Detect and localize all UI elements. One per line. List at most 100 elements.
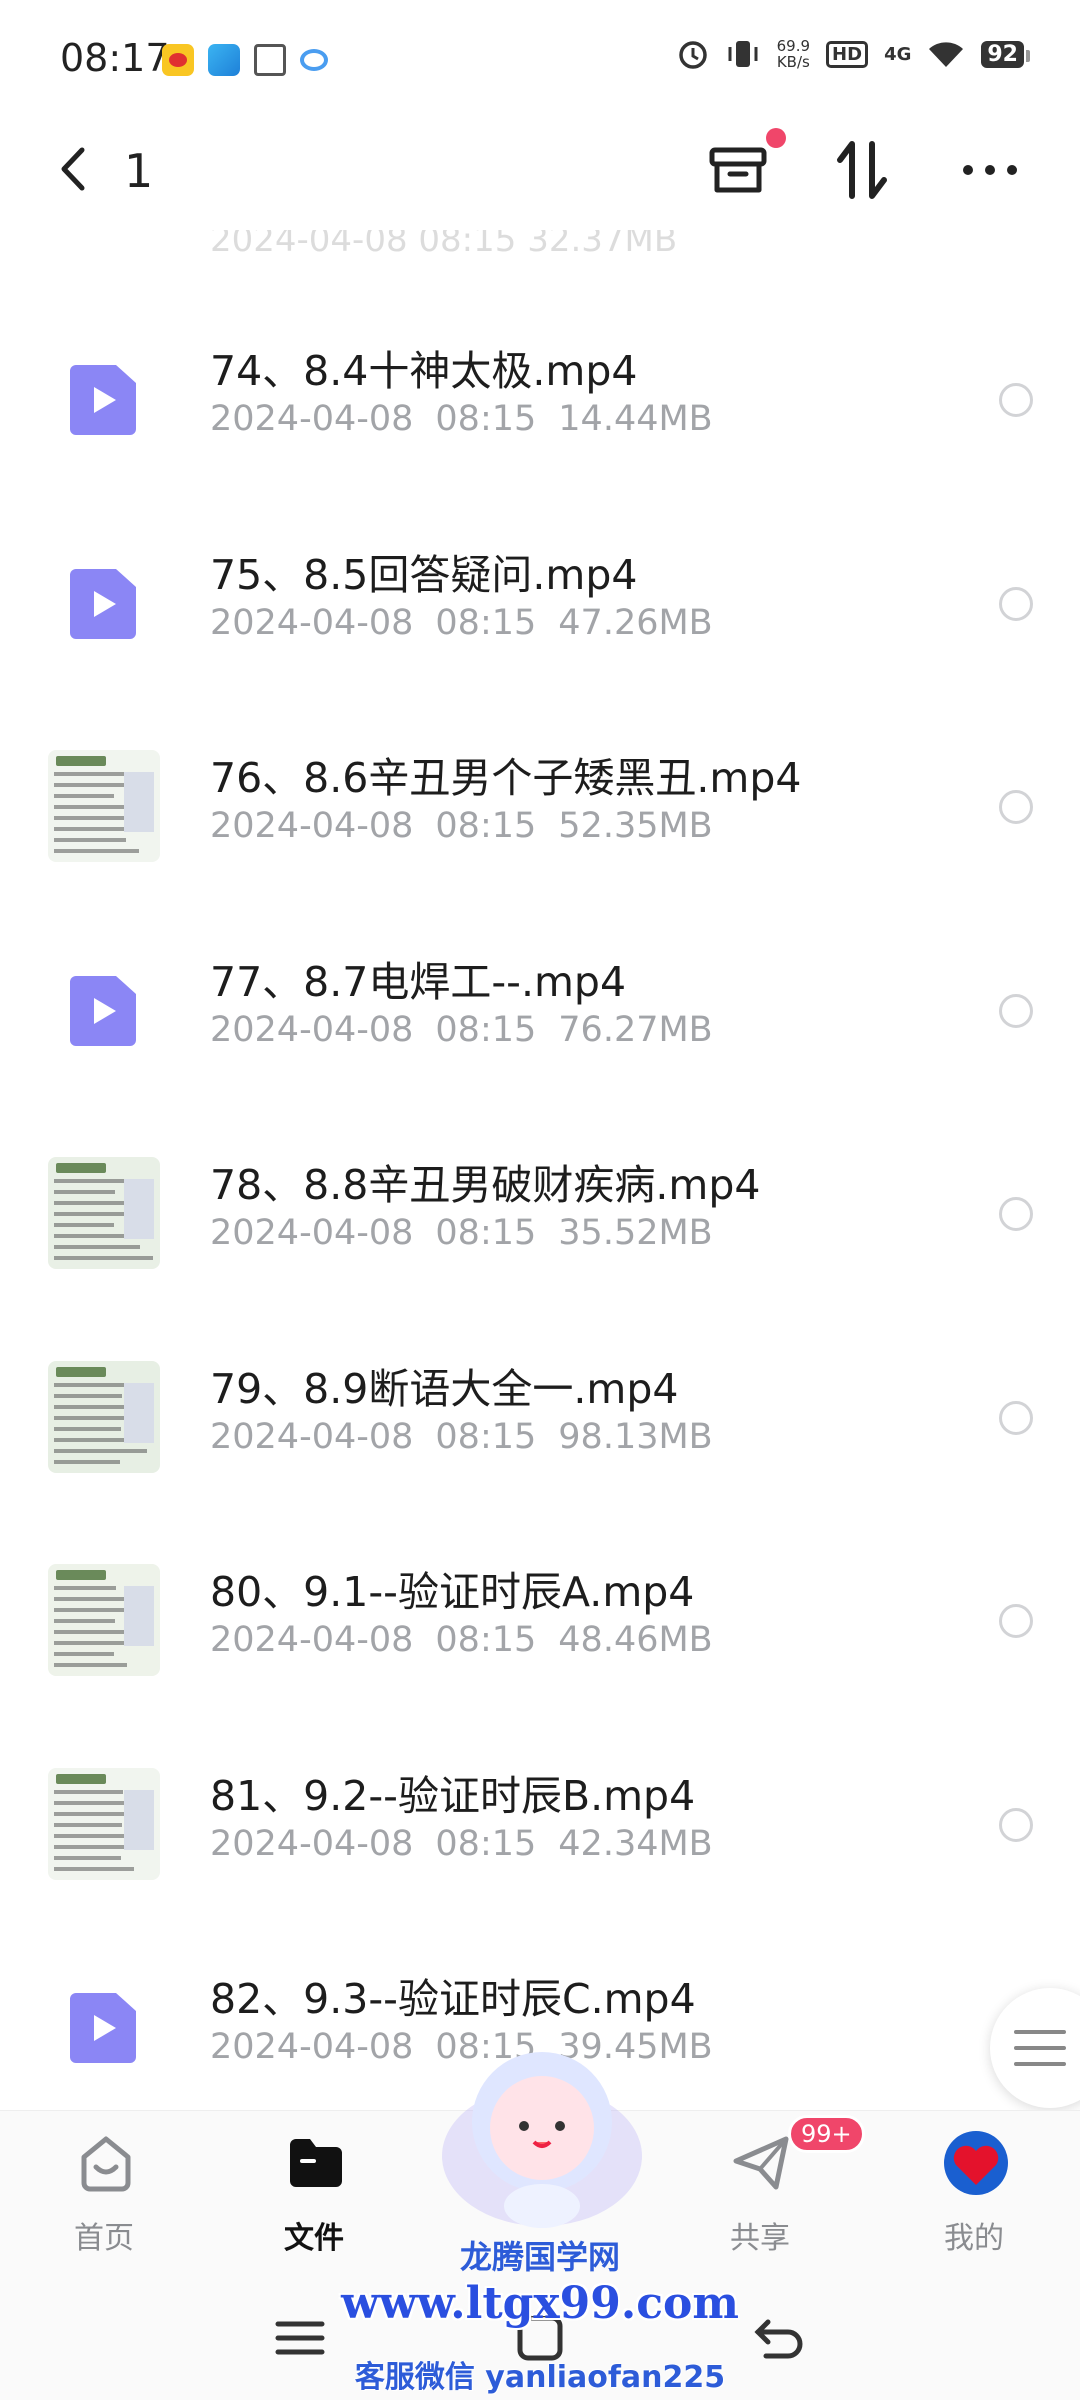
file-size: 35.52MB <box>558 1213 713 1253</box>
file-name: 74、8.4十神太极.mp4 <box>210 347 638 395</box>
vibrate-icon <box>728 41 758 67</box>
weibo-icon <box>162 44 194 76</box>
file-date: 2024-04-08 <box>210 2027 414 2067</box>
file-row[interactable]: 78、8.8辛丑男破财疾病.mp4 2024-04-08 08:15 35.52MB <box>0 1107 1080 1310</box>
file-meta: 2024-04-08 08:15 35.52MB <box>210 1213 713 1253</box>
file-list[interactable]: 2024-04-08 08:15 32.37MB 74、8.4十神太极.mp4 2… <box>0 230 1080 2110</box>
file-row[interactable]: 75、8.5回答疑问.mp4 2024-04-08 08:15 47.26MB <box>0 497 1080 700</box>
file-name: 78、8.8辛丑男破财疾病.mp4 <box>210 1161 761 1209</box>
watermark-title: 龙腾国学网 <box>459 2238 620 2276</box>
page-title: 1 <box>124 144 154 198</box>
select-checkbox[interactable] <box>999 586 1033 621</box>
file-time: 08:15 <box>435 1823 537 1864</box>
video-thumbnail <box>48 1767 160 1880</box>
video-thumbnail <box>48 1157 160 1269</box>
watermark-url: www.ltgx99.com <box>341 2278 739 2329</box>
file-row[interactable]: 79、8.9断语大全一.mp4 2024-04-08 08:15 98.13MB <box>0 1311 1080 1514</box>
file-meta: 2024-04-08 08:15 14.44MB <box>210 399 713 439</box>
select-checkbox[interactable] <box>999 1604 1033 1638</box>
file-name: 82、9.3--验证时辰C.mp4 <box>210 1975 696 2023</box>
file-date: 2024-04-08 <box>210 1213 414 1253</box>
alarm-icon <box>678 41 707 69</box>
status-right: 69.9 KB/s HD 4G 92 <box>677 37 1030 71</box>
sort-icon[interactable] <box>830 138 894 202</box>
video-file-icon <box>70 365 136 435</box>
video-thumbnail <box>48 1564 160 1676</box>
file-date: 2024-04-08 <box>210 1416 414 1457</box>
share-badge: 99+ <box>788 2115 865 2153</box>
heart-icon <box>953 2145 999 2185</box>
watermark-contact: 客服微信 yanliaofan225 <box>354 2360 726 2395</box>
file-size: 14.44MB <box>558 399 713 439</box>
file-time: 08:15 <box>435 602 537 643</box>
file-time: 08:15 <box>435 399 537 439</box>
header: 1 <box>0 110 1080 230</box>
file-size: 42.34MB <box>558 1823 713 1864</box>
more-icon[interactable] <box>958 138 1022 202</box>
net-speed: 69.9 KB/s <box>776 37 811 71</box>
file-row[interactable]: 77、8.7电焊工--.mp4 2024-04-08 08:15 76.27MB <box>0 904 1080 1107</box>
file-meta: 2024-04-08 08:15 42.34MB <box>210 1824 713 1864</box>
file-meta: 2024-04-08 08:15 52.35MB <box>210 806 713 846</box>
avatar <box>944 2131 1008 2195</box>
file-meta: 2024-04-08 08:15 47.26MB <box>210 603 713 643</box>
share-icon <box>733 2136 789 2190</box>
select-checkbox[interactable] <box>999 1400 1033 1435</box>
battery: 92 <box>981 40 1030 68</box>
select-checkbox[interactable] <box>999 790 1033 824</box>
file-size: 48.46MB <box>558 1620 713 1660</box>
file-date: 2024-04-08 <box>210 1009 414 1050</box>
status-bar: 08:17 69.9 KB/s HD 4G 92 <box>0 0 1080 110</box>
select-checkbox[interactable] <box>999 993 1033 1028</box>
video-thumbnail <box>48 1360 160 1473</box>
cloud-app-icon <box>300 49 328 71</box>
file-time: 08:15 <box>435 1009 537 1050</box>
mascot-icon[interactable] <box>432 2036 652 2236</box>
file-date: 2024-04-08 <box>210 399 414 439</box>
video-file-icon <box>70 1993 136 2063</box>
select-checkbox[interactable] <box>999 1807 1033 1842</box>
file-size: 52.35MB <box>558 806 713 846</box>
file-row[interactable]: 74、8.4十神太极.mp4 2024-04-08 08:15 14.44MB <box>0 293 1080 496</box>
menu-lines-icon <box>1014 2030 1066 2066</box>
select-checkbox[interactable] <box>999 1197 1033 1231</box>
video-thumbnail <box>48 750 160 862</box>
file-time: 08:15 <box>435 1416 537 1457</box>
notification-dot <box>766 128 786 148</box>
file-row[interactable]: 80、9.1--验证时辰A.mp4 2024-04-08 08:15 48.46MB <box>0 1514 1080 1717</box>
file-name: 81、9.2--验证时辰B.mp4 <box>210 1771 696 1820</box>
network-badge: 4G <box>884 43 912 65</box>
archive-icon <box>709 147 767 193</box>
status-time: 08:17 <box>60 36 170 80</box>
archive-button[interactable] <box>706 128 786 202</box>
file-name: 77、8.7电焊工--.mp4 <box>210 957 627 1006</box>
file-name: 75、8.5回答疑问.mp4 <box>210 550 638 599</box>
file-meta: 2024-04-08 08:15 98.13MB <box>210 1417 713 1457</box>
file-size: 98.13MB <box>558 1416 713 1457</box>
partial-row-meta: 2024-04-08 08:15 32.37MB <box>210 230 678 260</box>
status-app-icons <box>162 44 328 76</box>
file-row[interactable]: 81、9.2--验证时辰B.mp4 2024-04-08 08:15 42.34MB <box>0 1718 1080 1921</box>
wifi-icon <box>929 42 964 67</box>
file-size: 76.27MB <box>558 1009 713 1050</box>
file-date: 2024-04-08 <box>210 602 414 643</box>
file-date: 2024-04-08 <box>210 806 414 846</box>
file-time: 08:15 <box>435 806 537 846</box>
video-file-icon <box>70 568 136 639</box>
file-meta: 2024-04-08 08:15 48.46MB <box>210 1620 713 1660</box>
file-name: 76、8.6辛丑男个子矮黑丑.mp4 <box>210 754 802 802</box>
back-icon[interactable] <box>52 144 96 194</box>
file-meta: 2024-04-08 08:15 76.27MB <box>210 1010 713 1050</box>
file-time: 08:15 <box>435 1620 537 1660</box>
folder-icon <box>290 2139 342 2187</box>
hd-badge: HD <box>826 40 869 68</box>
file-name: 80、9.1--验证时辰A.mp4 <box>210 1568 695 1616</box>
file-date: 2024-04-08 <box>210 1823 414 1864</box>
file-size: 47.26MB <box>558 602 713 643</box>
file-time: 08:15 <box>435 1213 537 1253</box>
file-date: 2024-04-08 <box>210 1620 414 1660</box>
file-row[interactable]: 76、8.6辛丑男个子矮黑丑.mp4 2024-04-08 08:15 52.35MB <box>0 700 1080 903</box>
telegram-icon <box>208 44 240 76</box>
video-file-icon <box>70 975 136 1046</box>
select-checkbox[interactable] <box>999 383 1033 417</box>
